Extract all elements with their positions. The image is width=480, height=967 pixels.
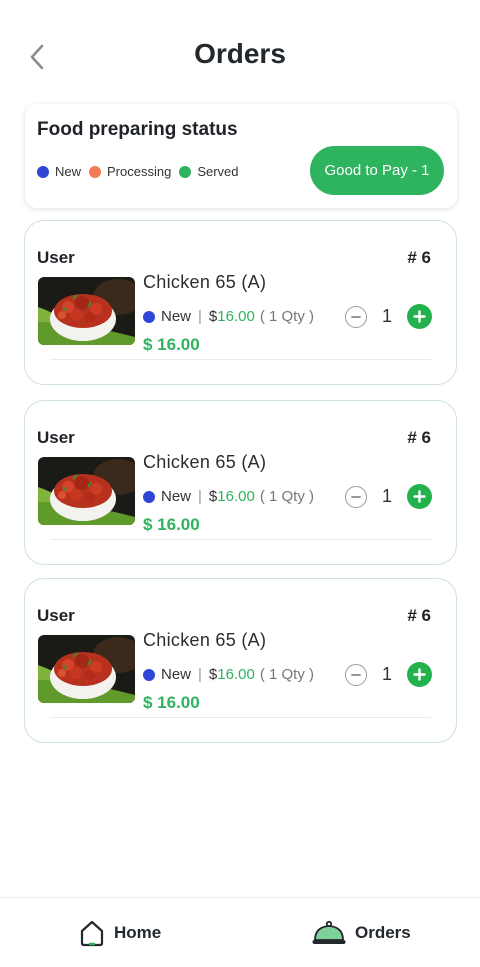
page-title: Orders bbox=[194, 38, 286, 69]
order-number: # 6 bbox=[407, 428, 431, 447]
legend-item-new: New bbox=[37, 164, 81, 179]
order-number: # 6 bbox=[407, 248, 431, 267]
item-name: Chicken 65 (A) bbox=[143, 630, 267, 650]
price-symbol: $ bbox=[208, 488, 218, 505]
decrease-quantity-button[interactable] bbox=[345, 485, 367, 508]
item-qty-label: ( 1 Qty ) bbox=[259, 308, 314, 325]
legend-label-served: Served bbox=[197, 164, 239, 179]
item-price: 16.00 bbox=[217, 308, 255, 325]
food-image bbox=[38, 457, 135, 525]
nav-home[interactable]: Home bbox=[78, 898, 161, 967]
status-card-title: Food preparing status bbox=[37, 119, 238, 140]
increase-quantity-button[interactable] bbox=[407, 662, 432, 687]
minus-icon bbox=[351, 673, 361, 676]
separator: | bbox=[198, 308, 202, 325]
plus-icon bbox=[413, 490, 426, 503]
home-icon bbox=[80, 920, 104, 947]
food-image bbox=[38, 635, 135, 703]
legend-dot-served bbox=[179, 165, 192, 178]
item-status-line: New | $16.00 ( 1 Qty ) bbox=[143, 488, 314, 505]
item-price: 16.00 bbox=[217, 488, 255, 505]
item-status-line: New | $16.00 ( 1 Qty ) bbox=[143, 666, 314, 683]
status-dot bbox=[143, 490, 155, 503]
order-card: User # 6 Chicken 65 (A) New | $ 16.00 (… bbox=[24, 400, 457, 565]
item-qty-label: ( 1 Qty ) bbox=[259, 488, 314, 505]
order-user: User bbox=[37, 606, 75, 625]
order-card: User # 6 Chicken 65 (A) New | $ 16.00 (… bbox=[24, 578, 457, 743]
item-status: New bbox=[161, 488, 192, 505]
order-number: # 6 bbox=[407, 606, 431, 625]
status-legend: New Processing Served bbox=[37, 164, 247, 179]
separator: | bbox=[198, 488, 202, 505]
order-user: User bbox=[37, 428, 75, 447]
plus-icon bbox=[413, 668, 426, 681]
quantity-value: 1 bbox=[381, 306, 392, 326]
legend-dot-new bbox=[37, 165, 49, 178]
decrease-quantity-button[interactable] bbox=[345, 663, 367, 686]
price-symbol: $ bbox=[208, 308, 218, 325]
legend-dot-processing bbox=[89, 165, 102, 178]
nav-orders[interactable]: Orders bbox=[311, 898, 411, 967]
item-name: Chicken 65 (A) bbox=[143, 452, 267, 472]
status-dot bbox=[143, 668, 155, 681]
decrease-quantity-button[interactable] bbox=[345, 305, 367, 328]
legend-label-processing: Processing bbox=[107, 164, 172, 179]
good-to-pay-button[interactable]: Good to Pay - 1 bbox=[310, 146, 444, 195]
separator: | bbox=[198, 666, 202, 683]
increase-quantity-button[interactable] bbox=[407, 484, 432, 509]
card-divider bbox=[50, 717, 431, 718]
order-card: User # 6 Chicken 65 (A) New | $ 16.00 (… bbox=[24, 220, 457, 385]
item-total: $ 16.00 bbox=[143, 693, 200, 712]
legend-item-served: Served bbox=[179, 164, 239, 179]
item-price: 16.00 bbox=[217, 666, 255, 683]
minus-icon bbox=[351, 495, 361, 498]
nav-orders-label: Orders bbox=[355, 923, 411, 942]
item-status: New bbox=[161, 308, 192, 325]
plus-icon bbox=[413, 310, 426, 323]
legend-label-new: New bbox=[55, 164, 82, 179]
item-status: New bbox=[161, 666, 192, 683]
quantity-value: 1 bbox=[381, 486, 392, 506]
food-status-card: Food preparing status New Processing Ser… bbox=[25, 104, 457, 208]
increase-quantity-button[interactable] bbox=[407, 304, 432, 329]
quantity-stepper: 1 bbox=[345, 484, 432, 509]
food-image bbox=[38, 277, 135, 345]
item-total: $ 16.00 bbox=[143, 515, 200, 534]
nav-home-label: Home bbox=[114, 923, 162, 942]
item-total: $ 16.00 bbox=[143, 335, 200, 354]
status-dot bbox=[143, 310, 155, 323]
quantity-stepper: 1 bbox=[345, 662, 432, 687]
minus-icon bbox=[351, 315, 361, 318]
bottom-nav: Home Orders bbox=[0, 897, 480, 967]
item-name: Chicken 65 (A) bbox=[143, 272, 267, 292]
item-qty-label: ( 1 Qty ) bbox=[259, 666, 314, 683]
order-user: User bbox=[37, 248, 75, 267]
price-symbol: $ bbox=[208, 666, 218, 683]
quantity-stepper: 1 bbox=[345, 304, 432, 329]
food-cloche-icon bbox=[312, 920, 346, 944]
card-divider bbox=[50, 539, 431, 540]
legend-item-processing: Processing bbox=[89, 164, 171, 179]
quantity-value: 1 bbox=[381, 664, 392, 684]
header: Orders bbox=[0, 0, 480, 115]
card-divider bbox=[50, 359, 431, 360]
item-status-line: New | $16.00 ( 1 Qty ) bbox=[143, 308, 314, 325]
